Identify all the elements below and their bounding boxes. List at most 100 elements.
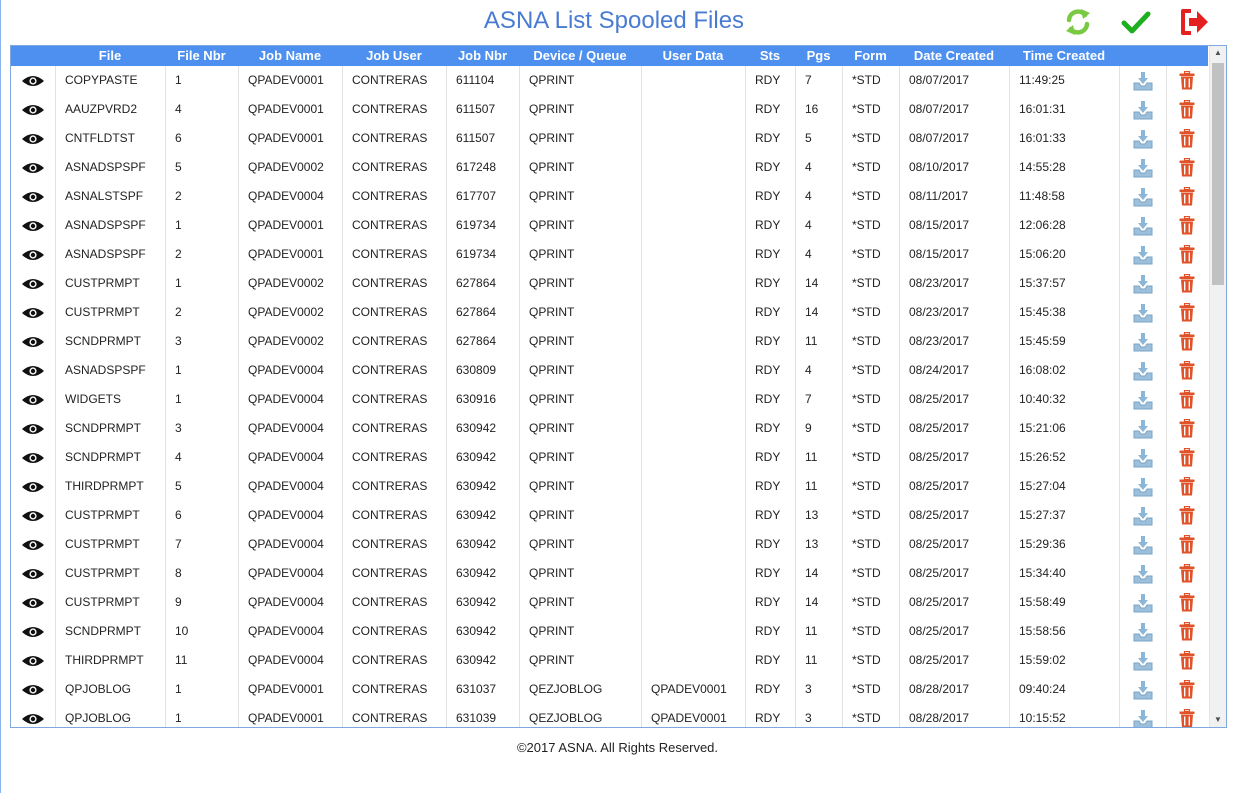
scroll-down-arrow-icon[interactable]: ▼ xyxy=(1210,713,1226,727)
column-header-user-data[interactable]: User Data xyxy=(641,46,745,66)
trash-icon[interactable] xyxy=(1166,443,1208,472)
download-tray-icon[interactable] xyxy=(1119,530,1166,559)
exit-button[interactable] xyxy=(1177,6,1211,38)
trash-icon[interactable] xyxy=(1166,124,1208,153)
download-tray-icon[interactable] xyxy=(1119,240,1166,269)
eye-icon[interactable] xyxy=(11,617,55,646)
trash-icon[interactable] xyxy=(1166,240,1208,269)
vertical-scrollbar[interactable]: ▲ ▼ xyxy=(1209,46,1226,727)
table-row[interactable]: CUSTPRMPT 7 QPADEV0004 CONTRERAS 630942 QPRIN… xyxy=(11,530,1208,559)
download-tray-icon[interactable] xyxy=(1119,675,1166,704)
column-header-file[interactable]: File xyxy=(55,46,165,66)
eye-icon[interactable] xyxy=(11,182,55,211)
trash-icon[interactable] xyxy=(1166,501,1208,530)
download-tray-icon[interactable] xyxy=(1119,356,1166,385)
eye-icon[interactable] xyxy=(11,385,55,414)
download-tray-icon[interactable] xyxy=(1119,472,1166,501)
download-tray-icon[interactable] xyxy=(1119,704,1166,727)
download-tray-icon[interactable] xyxy=(1119,588,1166,617)
trash-icon[interactable] xyxy=(1166,269,1208,298)
trash-icon[interactable] xyxy=(1166,617,1208,646)
table-row[interactable]: ASNADSPSPF 1 QPADEV0004 CONTRERAS 630809 QPRI… xyxy=(11,356,1208,385)
table-row[interactable]: SCNDPRMPT 3 QPADEV0002 CONTRERAS 627864 QPRIN… xyxy=(11,327,1208,356)
download-tray-icon[interactable] xyxy=(1119,66,1166,95)
eye-icon[interactable] xyxy=(11,95,55,124)
eye-icon[interactable] xyxy=(11,211,55,240)
trash-icon[interactable] xyxy=(1166,298,1208,327)
trash-icon[interactable] xyxy=(1166,182,1208,211)
table-row[interactable]: QPJOBLOG 1 QPADEV0001 CONTRERAS 631037 QEZJOB… xyxy=(11,675,1208,704)
table-row[interactable]: CUSTPRMPT 1 QPADEV0002 CONTRERAS 627864 QPRIN… xyxy=(11,269,1208,298)
download-tray-icon[interactable] xyxy=(1119,153,1166,182)
trash-icon[interactable] xyxy=(1166,66,1208,95)
table-row[interactable]: SCNDPRMPT 3 QPADEV0004 CONTRERAS 630942 QPRIN… xyxy=(11,414,1208,443)
download-tray-icon[interactable] xyxy=(1119,559,1166,588)
column-header-pages[interactable]: Pgs xyxy=(795,46,842,66)
trash-icon[interactable] xyxy=(1166,414,1208,443)
eye-icon[interactable] xyxy=(11,472,55,501)
scrollbar-thumb[interactable] xyxy=(1212,63,1224,285)
download-tray-icon[interactable] xyxy=(1119,443,1166,472)
eye-icon[interactable] xyxy=(11,559,55,588)
download-tray-icon[interactable] xyxy=(1119,124,1166,153)
table-row[interactable]: ASNALSTSPF 2 QPADEV0004 CONTRERAS 617707 QPRI… xyxy=(11,182,1208,211)
trash-icon[interactable] xyxy=(1166,646,1208,675)
table-row[interactable]: COPYPASTE 1 QPADEV0001 CONTRERAS 611104 QPRIN… xyxy=(11,66,1208,95)
table-row[interactable]: ASNADSPSPF 5 QPADEV0002 CONTRERAS 617248 QPRI… xyxy=(11,153,1208,182)
trash-icon[interactable] xyxy=(1166,327,1208,356)
scroll-up-arrow-icon[interactable]: ▲ xyxy=(1210,46,1226,60)
eye-icon[interactable] xyxy=(11,298,55,327)
column-header-job-user[interactable]: Job User xyxy=(342,46,446,66)
trash-icon[interactable] xyxy=(1166,356,1208,385)
table-row[interactable]: ASNADSPSPF 2 QPADEV0001 CONTRERAS 619734 QPRI… xyxy=(11,240,1208,269)
eye-icon[interactable] xyxy=(11,704,55,727)
table-row[interactable]: CUSTPRMPT 6 QPADEV0004 CONTRERAS 630942 QPRIN… xyxy=(11,501,1208,530)
confirm-button[interactable] xyxy=(1119,6,1153,38)
table-row[interactable]: THIRDPRMPT 5 QPADEV0004 CONTRERAS 630942 QPRI… xyxy=(11,472,1208,501)
eye-icon[interactable] xyxy=(11,124,55,153)
trash-icon[interactable] xyxy=(1166,704,1208,727)
eye-icon[interactable] xyxy=(11,240,55,269)
eye-icon[interactable] xyxy=(11,588,55,617)
trash-icon[interactable] xyxy=(1166,588,1208,617)
eye-icon[interactable] xyxy=(11,327,55,356)
column-header-status[interactable]: Sts xyxy=(745,46,795,66)
table-row[interactable]: SCNDPRMPT 4 QPADEV0004 CONTRERAS 630942 QPRIN… xyxy=(11,443,1208,472)
eye-icon[interactable] xyxy=(11,356,55,385)
eye-icon[interactable] xyxy=(11,530,55,559)
trash-icon[interactable] xyxy=(1166,211,1208,240)
eye-icon[interactable] xyxy=(11,66,55,95)
trash-icon[interactable] xyxy=(1166,95,1208,124)
download-tray-icon[interactable] xyxy=(1119,501,1166,530)
eye-icon[interactable] xyxy=(11,153,55,182)
eye-icon[interactable] xyxy=(11,646,55,675)
table-row[interactable]: CUSTPRMPT 9 QPADEV0004 CONTRERAS 630942 QPRIN… xyxy=(11,588,1208,617)
trash-icon[interactable] xyxy=(1166,559,1208,588)
column-header-job-nbr[interactable]: Job Nbr xyxy=(446,46,519,66)
eye-icon[interactable] xyxy=(11,414,55,443)
trash-icon[interactable] xyxy=(1166,153,1208,182)
download-tray-icon[interactable] xyxy=(1119,182,1166,211)
column-header-form[interactable]: Form xyxy=(842,46,899,66)
table-row[interactable]: SCNDPRMPT 10 QPADEV0004 CONTRERAS 630942 QPRI… xyxy=(11,617,1208,646)
trash-icon[interactable] xyxy=(1166,472,1208,501)
download-tray-icon[interactable] xyxy=(1119,95,1166,124)
column-header-job-name[interactable]: Job Name xyxy=(238,46,342,66)
column-header-file-nbr[interactable]: File Nbr xyxy=(165,46,238,66)
table-row[interactable]: THIRDPRMPT 11 QPADEV0004 CONTRERAS 630942 QPR… xyxy=(11,646,1208,675)
download-tray-icon[interactable] xyxy=(1119,298,1166,327)
download-tray-icon[interactable] xyxy=(1119,211,1166,240)
eye-icon[interactable] xyxy=(11,501,55,530)
table-row[interactable]: CUSTPRMPT 8 QPADEV0004 CONTRERAS 630942 QPRIN… xyxy=(11,559,1208,588)
trash-icon[interactable] xyxy=(1166,675,1208,704)
download-tray-icon[interactable] xyxy=(1119,385,1166,414)
column-header-time-created[interactable]: Time Created xyxy=(1009,46,1119,66)
table-row[interactable]: ASNADSPSPF 1 QPADEV0001 CONTRERAS 619734 QPRI… xyxy=(11,211,1208,240)
column-header-date-created[interactable]: Date Created xyxy=(899,46,1009,66)
table-row[interactable]: QPJOBLOG 1 QPADEV0001 CONTRERAS 631039 QEZJOB… xyxy=(11,704,1208,727)
eye-icon[interactable] xyxy=(11,443,55,472)
refresh-button[interactable] xyxy=(1061,6,1095,38)
download-tray-icon[interactable] xyxy=(1119,327,1166,356)
download-tray-icon[interactable] xyxy=(1119,269,1166,298)
table-row[interactable]: CNTFLDTST 6 QPADEV0001 CONTRERAS 611507 QPRIN… xyxy=(11,124,1208,153)
